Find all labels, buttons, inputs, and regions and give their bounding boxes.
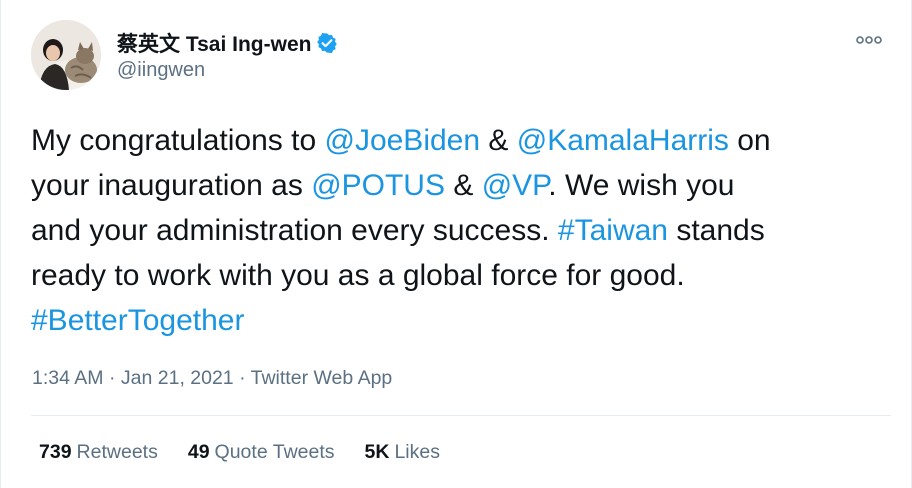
quote-tweets-label: Quote Tweets <box>214 441 335 463</box>
meta-separator: · <box>103 367 121 389</box>
tweet-time[interactable]: 1:34 AM <box>32 367 104 389</box>
meta-separator: · <box>233 367 251 389</box>
retweets-label: Retweets <box>76 441 158 463</box>
engagement-stats: 739 Retweets 49 Quote Tweets 5K Likes <box>39 441 440 464</box>
tweet-source[interactable]: Twitter Web App <box>251 367 393 389</box>
tweet-text-segment: My congratulations to <box>31 124 325 157</box>
avatar[interactable] <box>31 20 101 90</box>
likes-stat[interactable]: 5K Likes <box>365 441 440 464</box>
tweet-text: My congratulations to @JoeBiden & @Kamal… <box>31 118 891 343</box>
more-options-icon[interactable] <box>855 30 883 50</box>
author-block: 蔡英文 Tsai Ing-wen @iingwen <box>117 29 338 82</box>
author-handle[interactable]: @iingwen <box>117 59 338 82</box>
tweet-meta: 1:34 AM · Jan 21, 2021 · Twitter Web App <box>32 367 392 390</box>
divider <box>31 415 891 416</box>
display-name[interactable]: 蔡英文 Tsai Ing-wen <box>117 28 311 58</box>
mention-link[interactable]: @POTUS <box>311 169 445 202</box>
tweet-card: 蔡英文 Tsai Ing-wen @iingwen My congratulat… <box>0 0 912 488</box>
mention-link[interactable]: @VP <box>482 169 549 202</box>
tweet-header: 蔡英文 Tsai Ing-wen @iingwen <box>31 20 891 100</box>
quote-tweets-count: 49 <box>187 441 210 463</box>
likes-count: 5K <box>364 441 390 463</box>
retweets-stat[interactable]: 739 Retweets <box>39 441 158 464</box>
mention-link[interactable]: @KamalaHarris <box>517 124 729 157</box>
tweet-text-segment: & <box>445 169 482 202</box>
retweets-count: 739 <box>39 441 72 463</box>
tweet-date[interactable]: Jan 21, 2021 <box>121 367 234 389</box>
likes-label: Likes <box>394 441 440 463</box>
mention-link[interactable]: @JoeBiden <box>324 124 480 157</box>
quote-tweets-stat[interactable]: 49 Quote Tweets <box>188 441 335 464</box>
name-row: 蔡英文 Tsai Ing-wen <box>117 29 338 57</box>
hashtag-link[interactable]: #Taiwan <box>558 214 668 247</box>
verified-badge-icon <box>316 32 338 54</box>
hashtag-link[interactable]: #BetterTogether <box>31 304 244 337</box>
tweet-text-segment: & <box>480 124 517 157</box>
